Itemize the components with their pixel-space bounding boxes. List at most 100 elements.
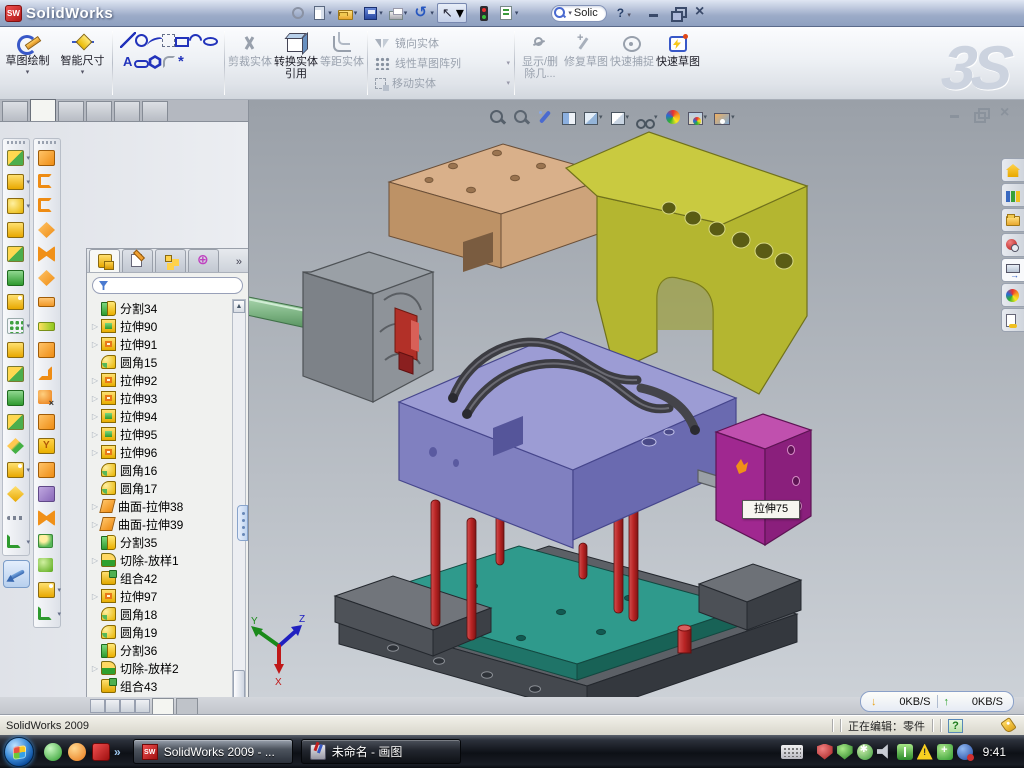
task-pane-tab[interactable] bbox=[1001, 308, 1024, 332]
tree-filter-box[interactable] bbox=[92, 277, 243, 294]
feature-tool-button[interactable] bbox=[3, 171, 29, 195]
mold-tool-button[interactable] bbox=[34, 531, 60, 555]
feature-tree-item[interactable]: 组合43 bbox=[89, 677, 231, 695]
tag-icon[interactable] bbox=[1000, 717, 1016, 734]
start-button[interactable] bbox=[4, 737, 34, 767]
tray-icon[interactable] bbox=[957, 744, 973, 760]
feature-tool-button[interactable] bbox=[3, 147, 29, 171]
feature-tree-item[interactable]: 拉伸96 bbox=[89, 443, 231, 461]
mold-tool-button[interactable] bbox=[34, 339, 60, 363]
ribbon-tab[interactable] bbox=[2, 101, 28, 121]
view-tool-button[interactable]: ▾ bbox=[535, 106, 556, 128]
document-tab[interactable] bbox=[176, 698, 198, 714]
mold-tool-button[interactable] bbox=[34, 459, 60, 483]
feature-tool-button[interactable] bbox=[3, 387, 29, 411]
expand-arrow-icon[interactable] bbox=[89, 376, 101, 385]
ribbon-tab[interactable] bbox=[30, 99, 56, 121]
feature-manager-tab[interactable] bbox=[155, 249, 186, 272]
restore-button[interactable] bbox=[671, 7, 685, 19]
feature-tree-item[interactable]: 拉伸90 bbox=[89, 317, 231, 335]
command-button[interactable]: 等距实体 bbox=[319, 27, 365, 99]
tray-icon[interactable] bbox=[857, 744, 873, 760]
sketch-entity-button[interactable] bbox=[174, 54, 190, 70]
quick-tips-icon[interactable]: ? bbox=[948, 719, 963, 733]
view-tool-button[interactable]: ▾ bbox=[634, 106, 660, 128]
feature-tree-item[interactable]: 曲面-拉伸38 bbox=[89, 497, 231, 515]
feature-manager-tab[interactable] bbox=[89, 249, 120, 272]
tab-nav-button[interactable] bbox=[105, 699, 120, 713]
panel-splitter-handle[interactable] bbox=[237, 505, 248, 541]
command-button[interactable]: 快速捕捉 bbox=[609, 27, 655, 99]
mold-tool-button[interactable] bbox=[34, 387, 60, 411]
mold-tool-button[interactable] bbox=[34, 291, 60, 315]
expand-arrow-icon[interactable] bbox=[89, 340, 101, 349]
select-tool-button[interactable]: ▾ bbox=[437, 3, 467, 23]
task-pane-tab[interactable] bbox=[1001, 283, 1024, 307]
feature-tree-item[interactable]: 圆角15 bbox=[89, 353, 231, 371]
expand-arrow-icon[interactable] bbox=[89, 412, 101, 421]
feature-tool-button[interactable] bbox=[3, 219, 29, 243]
feature-tool-button[interactable] bbox=[3, 195, 29, 219]
measure-tool-button-pressed[interactable] bbox=[3, 560, 30, 588]
feature-manager-tab[interactable] bbox=[122, 249, 153, 272]
clock[interactable]: 9:41 bbox=[983, 745, 1006, 759]
sketch-entity-button[interactable] bbox=[186, 31, 204, 49]
task-pane-tab[interactable] bbox=[1001, 233, 1024, 257]
view-tool-button[interactable]: ▾ bbox=[581, 106, 605, 128]
search-box[interactable]: ▾ Solic bbox=[551, 5, 606, 22]
search-input[interactable]: Solic bbox=[574, 7, 598, 19]
3d-model-exploded-mold[interactable]: Y Z X bbox=[249, 100, 1024, 697]
ribbon-tab[interactable] bbox=[86, 101, 112, 121]
feature-tool-button[interactable] bbox=[3, 411, 29, 435]
quick-launch-icon[interactable] bbox=[44, 743, 62, 761]
tab-nav-button[interactable] bbox=[90, 699, 105, 713]
feature-tree-item[interactable]: 圆角16 bbox=[89, 461, 231, 479]
more-tabs-chevron[interactable]: » bbox=[236, 256, 248, 272]
toolbar-button[interactable]: ▾ bbox=[310, 2, 334, 24]
command-button[interactable]: 修复草图 bbox=[563, 27, 609, 99]
doc-restore-button[interactable] bbox=[974, 108, 988, 120]
feature-tool-button[interactable] bbox=[3, 363, 29, 387]
feature-tool-button[interactable] bbox=[3, 291, 29, 315]
command-button[interactable]: 智能尺寸 ▾ bbox=[55, 27, 110, 99]
expand-arrow-icon[interactable] bbox=[89, 448, 101, 457]
mold-tool-button[interactable] bbox=[34, 483, 60, 507]
command-button[interactable]: 移动实体 ▾ bbox=[374, 73, 512, 93]
view-tool-button[interactable]: ▾ bbox=[686, 106, 710, 128]
graphics-area[interactable]: Y Z X ▾▾▾▾▾▾▾▾▾▾ 拉伸75 bbox=[248, 100, 1024, 697]
expand-arrow-icon[interactable] bbox=[89, 430, 101, 439]
mold-tool-button[interactable] bbox=[34, 219, 60, 243]
tray-icon[interactable] bbox=[837, 744, 853, 760]
feature-manager-tab[interactable] bbox=[188, 249, 219, 272]
sketch-entity-button[interactable] bbox=[163, 56, 175, 68]
expand-arrow-icon[interactable] bbox=[89, 592, 101, 601]
mold-tool-button[interactable] bbox=[34, 603, 60, 627]
quick-launch-overflow-chevron[interactable]: » bbox=[114, 745, 121, 759]
toolbar-button[interactable]: ▾ bbox=[361, 2, 385, 24]
feature-tree-item[interactable]: 分割36 bbox=[89, 641, 231, 659]
expand-arrow-icon[interactable] bbox=[89, 664, 101, 673]
mold-tool-button[interactable] bbox=[34, 579, 60, 603]
command-button[interactable]: 转换实体引用 bbox=[273, 27, 319, 99]
feature-tree-item[interactable]: 切除-放样1 bbox=[89, 551, 231, 569]
close-button[interactable] bbox=[695, 7, 709, 19]
feature-tree-item[interactable]: 拉伸97 bbox=[89, 587, 231, 605]
input-method-keyboard-icon[interactable] bbox=[781, 745, 803, 759]
feature-tree-item[interactable]: 曲面-拉伸39 bbox=[89, 515, 231, 533]
sketch-entity-button[interactable] bbox=[135, 34, 148, 47]
tray-icon[interactable] bbox=[937, 744, 953, 760]
feature-tree-item[interactable]: 圆角17 bbox=[89, 479, 231, 497]
toolbar-button[interactable]: ▾ bbox=[288, 2, 308, 24]
toolbar-button[interactable]: ▾ bbox=[474, 2, 494, 24]
sketch-entity-button[interactable] bbox=[148, 55, 162, 69]
mold-tool-button[interactable] bbox=[34, 171, 60, 195]
quick-launch-icon[interactable] bbox=[68, 743, 86, 761]
view-tool-button[interactable]: ▾ bbox=[559, 106, 578, 128]
sketch-entity-button[interactable] bbox=[203, 37, 218, 46]
feature-tree-item[interactable]: 切除-放样2 bbox=[89, 659, 231, 677]
document-tab[interactable] bbox=[152, 698, 174, 714]
feature-tree-item[interactable]: 拉伸95 bbox=[89, 425, 231, 443]
sketch-entity-button[interactable] bbox=[120, 32, 136, 48]
mold-tool-button[interactable] bbox=[34, 147, 60, 171]
feature-tool-button[interactable] bbox=[3, 459, 29, 483]
